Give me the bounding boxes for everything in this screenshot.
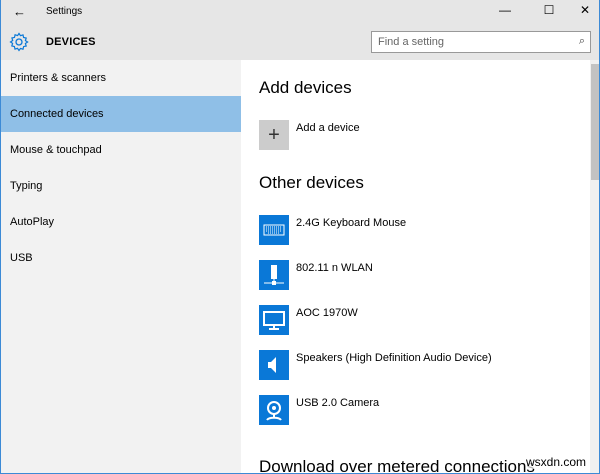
device-keyboard-mouse[interactable]: 2.4G Keyboard Mouse — [296, 217, 406, 229]
device-speakers[interactable]: Speakers (High Definition Audio Device) — [296, 352, 492, 364]
close-button[interactable]: ✕ — [575, 3, 595, 17]
plus-icon: + — [268, 124, 280, 146]
download-heading: Download over metered connections — [259, 457, 535, 474]
sidebar-item-printers[interactable]: Printers & scanners — [1, 60, 241, 96]
sidebar-item-autoplay[interactable]: AutoPlay — [1, 204, 241, 240]
network-adapter-icon[interactable] — [259, 260, 289, 290]
search-placeholder: Find a setting — [378, 36, 445, 48]
watermark: wsxdn.com — [526, 455, 587, 469]
search-input[interactable]: Find a setting ⌕ — [371, 31, 591, 53]
sidebar-item-connected-devices[interactable]: Connected devices — [1, 96, 241, 132]
minimize-button[interactable]: — — [495, 3, 515, 17]
page-title: DEVICES — [46, 36, 96, 48]
sidebar-item-mouse[interactable]: Mouse & touchpad — [1, 132, 241, 168]
add-devices-heading: Add devices — [259, 78, 352, 97]
maximize-button[interactable]: ☐ — [539, 3, 559, 17]
scrollbar[interactable] — [590, 60, 599, 473]
add-device-label[interactable]: Add a device — [296, 122, 360, 134]
device-wlan[interactable]: 802.11 n WLAN — [296, 262, 373, 274]
monitor-icon[interactable] — [259, 305, 289, 335]
title-bar: ← Settings — ☐ ✕ — [1, 0, 599, 24]
back-button[interactable]: ← — [13, 4, 26, 19]
gear-icon — [9, 32, 29, 52]
sidebar-item-usb[interactable]: USB — [1, 240, 241, 276]
speaker-icon[interactable] — [259, 350, 289, 380]
search-icon[interactable]: ⌕ — [579, 35, 585, 48]
add-device-button[interactable]: + — [259, 120, 289, 150]
other-devices-heading: Other devices — [259, 173, 364, 192]
header: DEVICES Find a setting ⌕ — [1, 24, 599, 60]
keyboard-icon[interactable] — [259, 215, 289, 245]
content: Add devices + Add a device Other devices… — [241, 60, 589, 474]
device-camera[interactable]: USB 2.0 Camera — [296, 397, 379, 409]
sidebar-item-typing[interactable]: Typing — [1, 168, 241, 204]
scrollbar-thumb[interactable] — [591, 64, 599, 180]
device-monitor[interactable]: AOC 1970W — [296, 307, 358, 319]
window-title: Settings — [46, 6, 83, 17]
settings-window: ← Settings — ☐ ✕ DEVICES Find a setting ⌕… — [0, 0, 600, 474]
sidebar: Printers & scanners Connected devices Mo… — [1, 60, 241, 473]
webcam-icon[interactable] — [259, 395, 289, 425]
